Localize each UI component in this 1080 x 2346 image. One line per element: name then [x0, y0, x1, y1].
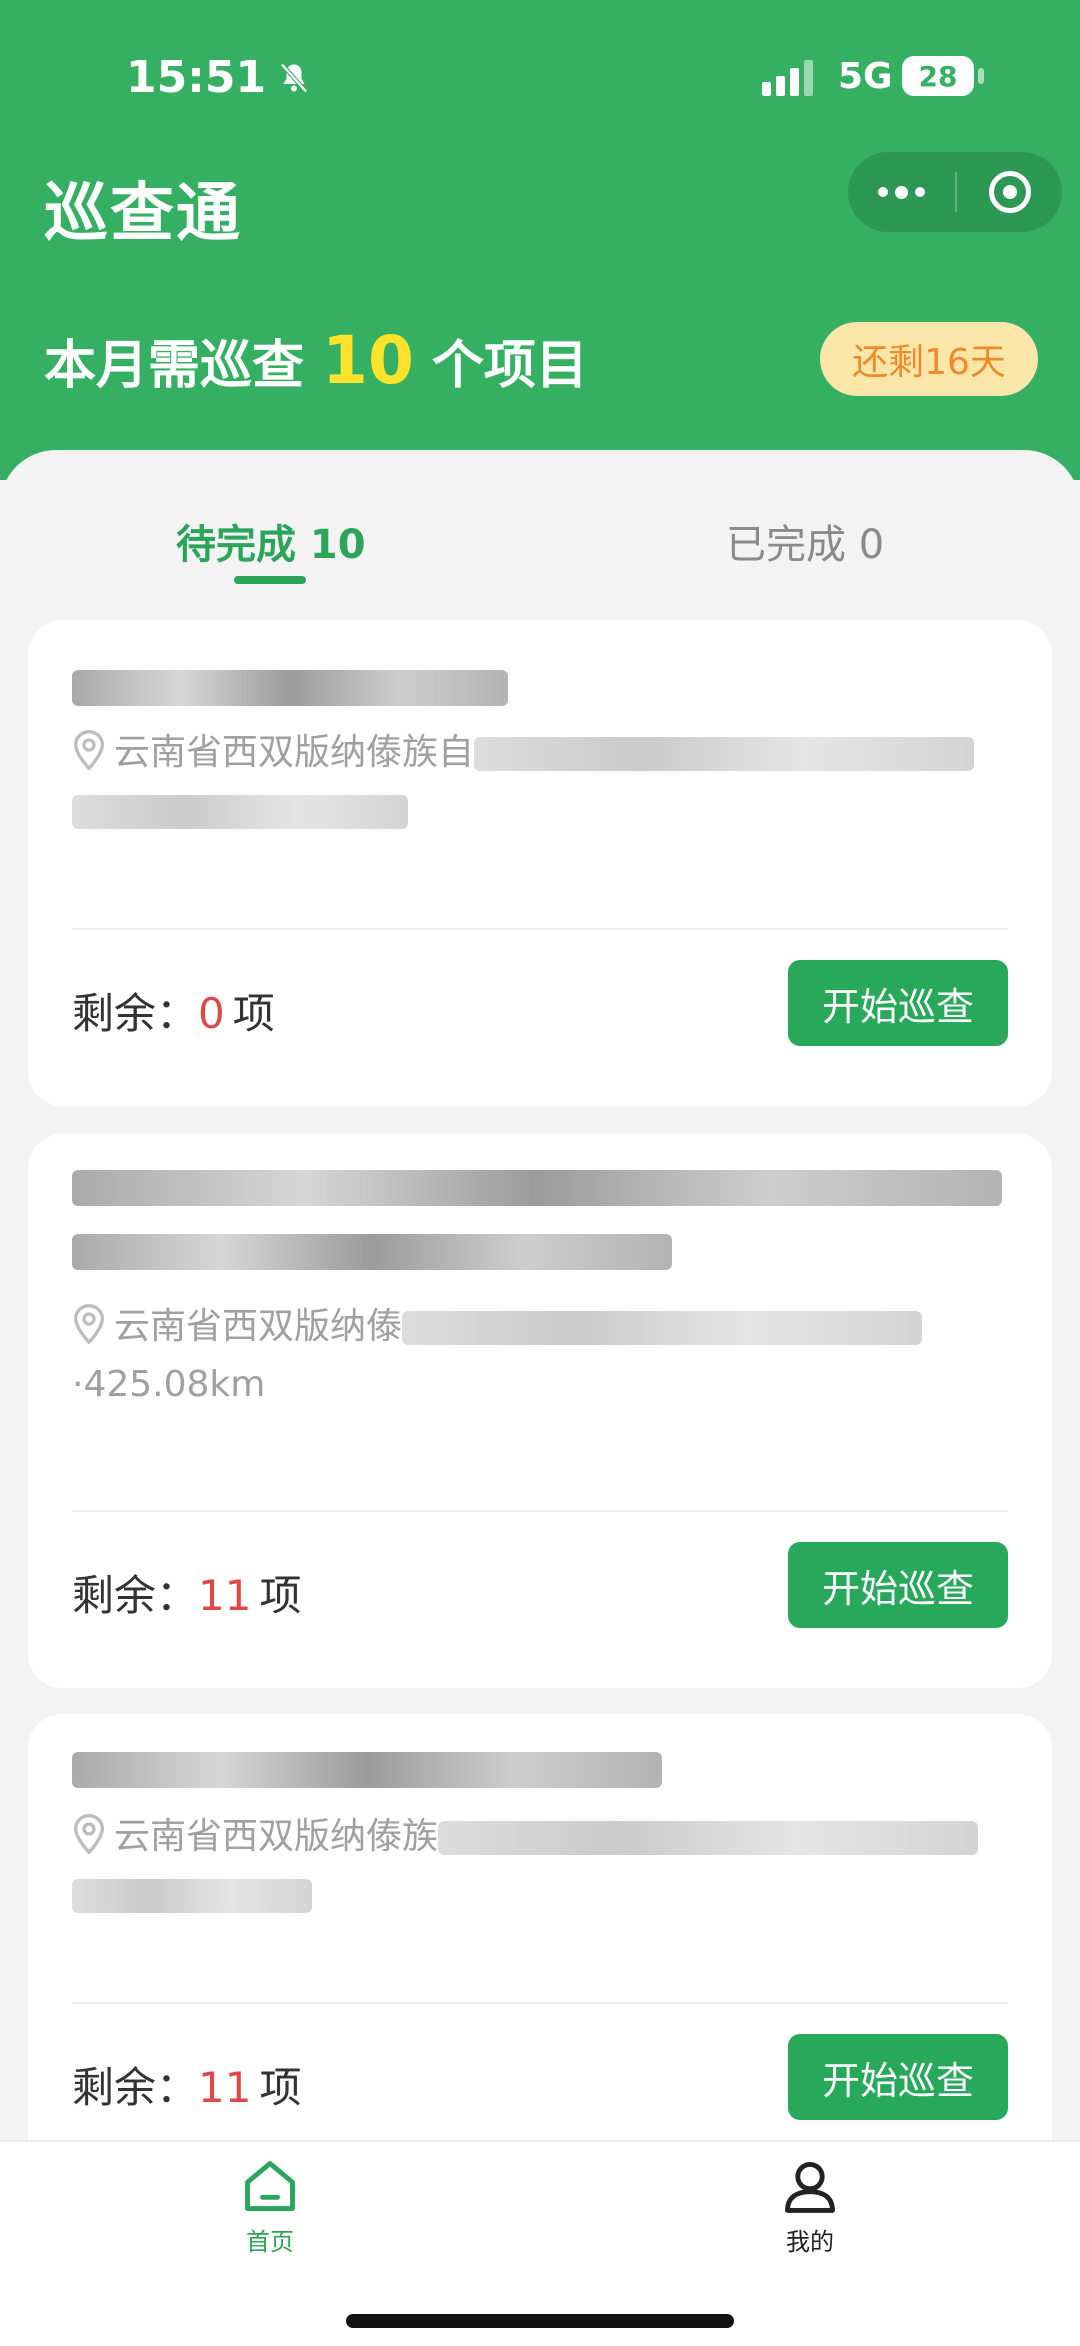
address-text: 云南省西双版纳傣族	[114, 1816, 439, 1857]
redacted-title	[72, 1752, 662, 1788]
project-title	[72, 1736, 1012, 1800]
start-inspection-button[interactable]: 开始巡查	[788, 960, 1008, 1046]
project-address: 云南省西双版纳傣族	[72, 1808, 1012, 1924]
remaining-count: 11	[198, 1571, 252, 1620]
home-icon	[245, 2161, 295, 2211]
project-card[interactable]: 云南省西双版纳傣 ·425.08km 剩余：11 项 开始巡查	[28, 1134, 1052, 1688]
battery-tip	[978, 68, 984, 84]
remaining-unit: 项	[259, 1571, 302, 1620]
remaining-count: 0	[198, 989, 225, 1038]
address-text: 云南省西双版纳傣族自	[114, 732, 475, 773]
tabbar-home[interactable]: 首页	[170, 2156, 370, 2257]
tabbar-mine-label: 我的	[786, 2228, 834, 2256]
remaining-label: 剩余：	[72, 1571, 199, 1620]
redacted-address	[402, 1311, 923, 1345]
project-title	[72, 1154, 1012, 1282]
card-divider	[72, 2002, 1008, 2004]
redacted-distance	[72, 1879, 312, 1913]
project-card[interactable]: 云南省西双版纳傣族自 剩余：0 项 开始巡查	[28, 620, 1052, 1106]
address-text: 云南省西双版纳傣	[114, 1306, 403, 1347]
project-address: 云南省西双版纳傣族自	[72, 724, 1012, 840]
more-icon[interactable]	[848, 152, 955, 232]
user-icon	[785, 2162, 835, 2213]
status-tabs: 待完成 10 已完成 0	[0, 450, 1080, 620]
battery-icon: 28	[902, 56, 974, 96]
remaining-items: 剩余：11 项	[72, 2054, 301, 2115]
network-type: 5G	[838, 56, 893, 97]
bell-muted-icon	[280, 62, 308, 93]
redacted-distance	[72, 795, 408, 829]
header: 15:51 5G 28 巡查通 本月需巡查 10 个项目 还剩16天	[0, 0, 1080, 480]
project-address: 云南省西双版纳傣 ·425.08km	[72, 1298, 1012, 1414]
start-inspection-button[interactable]: 开始巡查	[788, 1542, 1008, 1628]
summary-count: 10	[322, 322, 414, 399]
home-indicator	[346, 2314, 734, 2328]
distance-text: ·425.08km	[72, 1364, 266, 1405]
tabbar-home-label: 首页	[246, 2228, 294, 2256]
location-pin-icon	[73, 730, 105, 770]
remaining-items: 剩余：11 项	[72, 1562, 301, 1623]
redacted-address	[438, 1821, 979, 1855]
remaining-count: 11	[198, 2063, 252, 2112]
location-pin-icon	[73, 1304, 105, 1344]
summary-suffix: 个项目	[431, 336, 588, 396]
location-pin-icon	[73, 1814, 105, 1854]
app-title: 巡查通	[44, 177, 242, 251]
redacted-address	[474, 737, 975, 771]
content-panel: 待完成 10 已完成 0 云南省西双版纳傣族自 剩余：0 项 开始巡查 云南省西…	[0, 450, 1080, 2234]
start-inspection-button[interactable]: 开始巡查	[788, 2034, 1008, 2120]
card-divider	[72, 1510, 1008, 1512]
status-time: 15:51	[126, 52, 312, 103]
status-bar: 15:51 5G 28	[0, 0, 1080, 150]
remaining-label: 剩余：	[72, 2063, 199, 2112]
remaining-items: 剩余：0 项	[72, 980, 275, 1041]
monthly-summary: 本月需巡查 10 个项目	[44, 322, 588, 399]
card-divider	[72, 928, 1008, 930]
signal-icon	[762, 60, 813, 96]
redacted-title	[72, 1234, 672, 1270]
project-title	[72, 654, 1012, 718]
tab-completed[interactable]: 已完成 0	[726, 512, 884, 570]
miniprogram-capsule	[848, 152, 1062, 232]
close-target-icon[interactable]	[957, 152, 1062, 232]
days-left-badge: 还剩16天	[820, 322, 1038, 396]
tabbar-mine[interactable]: 我的	[710, 2156, 910, 2257]
remaining-unit: 项	[259, 2063, 302, 2112]
summary-prefix: 本月需巡查	[44, 336, 305, 396]
remaining-unit: 项	[232, 989, 275, 1038]
redacted-title	[72, 670, 508, 706]
time-text: 15:51	[126, 52, 267, 103]
redacted-title	[72, 1170, 1002, 1206]
tab-pending[interactable]: 待完成 10	[176, 512, 366, 570]
tab-indicator	[234, 576, 306, 584]
remaining-label: 剩余：	[72, 989, 199, 1038]
